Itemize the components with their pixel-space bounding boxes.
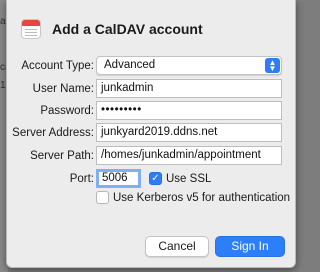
sign-in-button[interactable]: Sign In [215, 236, 285, 257]
user-name-row: User Name: junkadmin [7, 79, 297, 99]
dialog-header: Add a CalDAV account [21, 18, 203, 40]
password-field[interactable]: ••••••••• [96, 101, 282, 120]
port-field[interactable]: 5006 [96, 169, 141, 188]
port-row: Port: 5006 ✓ Use SSL [7, 169, 297, 189]
account-type-label: Account Type: [21, 60, 94, 72]
use-ssl-label: Use SSL [166, 173, 212, 185]
server-address-label: Server Address: [12, 127, 94, 139]
dialog-title: Add a CalDAV account [52, 21, 203, 37]
kerberos-checkbox[interactable] [96, 191, 109, 204]
calendar-icon [21, 19, 41, 39]
cancel-button[interactable]: Cancel [145, 236, 209, 257]
use-ssl-checkbox[interactable]: ✓ [149, 172, 162, 185]
background-text-fragment: 1 [0, 80, 6, 91]
user-name-label: User Name: [32, 83, 94, 95]
server-path-label: Server Path: [30, 150, 94, 162]
user-name-field[interactable]: junkadmin [96, 79, 282, 98]
password-row: Password: ••••••••• [7, 101, 297, 121]
server-path-field[interactable]: /homes/junkadmin/appointment [96, 146, 282, 165]
caldav-account-sheet: Add a CalDAV account Account Type: Advan… [6, 0, 296, 268]
account-type-select[interactable]: Advanced ▲ ▼ [96, 56, 282, 75]
server-path-row: Server Path: /homes/junkadmin/appointmen… [7, 146, 297, 166]
account-type-value: Advanced [104, 59, 156, 71]
chevron-up-down-icon: ▲ ▼ [265, 58, 280, 73]
port-label: Port: [69, 173, 94, 185]
account-type-row: Account Type: Advanced ▲ ▼ [7, 56, 297, 76]
server-address-field[interactable]: junkyard2019.ddns.net [96, 123, 282, 142]
kerberos-row: Use Kerberos v5 for authentication [7, 188, 297, 208]
password-label: Password: [40, 105, 94, 117]
background-text-fragment: a [0, 16, 6, 27]
kerberos-label: Use Kerberos v5 for authentication [113, 192, 291, 204]
server-address-row: Server Address: junkyard2019.ddns.net [7, 123, 297, 143]
